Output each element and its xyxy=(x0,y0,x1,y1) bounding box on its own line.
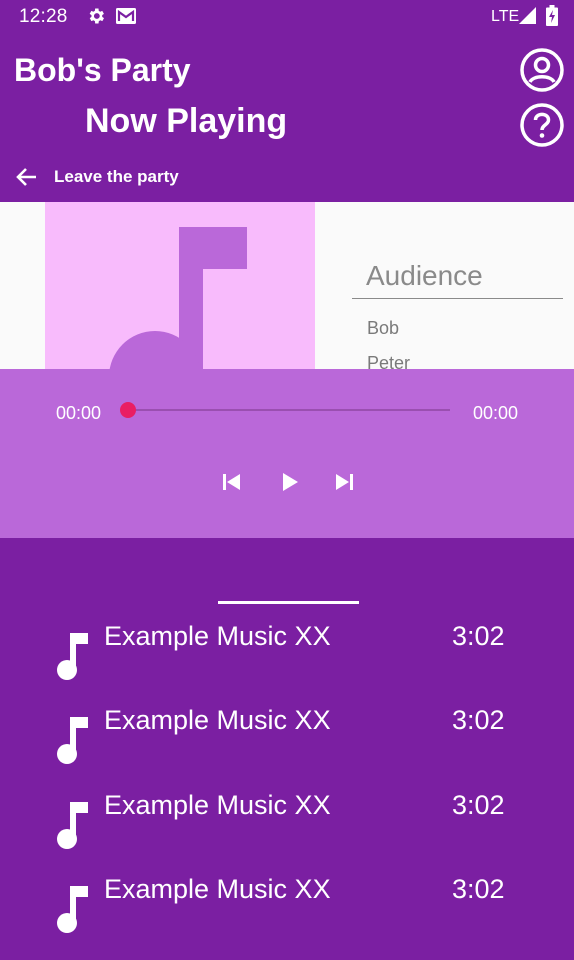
music-note-icon xyxy=(57,717,88,764)
status-bar: 12:28 LTE xyxy=(0,0,574,34)
mail-icon xyxy=(115,7,137,30)
total-time: 00:00 xyxy=(473,403,519,423)
track-duration: 3:02 xyxy=(452,621,505,651)
music-note-icon xyxy=(57,886,88,933)
audience-member: Bob xyxy=(367,318,400,338)
queue-sheet: Example Music XX 3:02 Example Music XX 3… xyxy=(0,538,574,960)
music-note-icon xyxy=(57,802,88,849)
network-type: LTE xyxy=(491,8,520,25)
previous-button[interactable] xyxy=(219,469,245,495)
audience-member: Peter xyxy=(367,353,411,370)
queue-track[interactable]: Example Music XX 3:02 xyxy=(0,618,574,702)
battery-icon xyxy=(546,5,558,31)
player-panel: 00:00 00:00 xyxy=(0,369,574,538)
account-button[interactable] xyxy=(519,47,565,93)
music-note-icon xyxy=(109,227,247,370)
skip-previous-icon xyxy=(223,474,240,490)
track-title: Example Music XX xyxy=(104,790,331,820)
track-title: Example Music XX xyxy=(104,874,331,904)
queue-track[interactable]: Example Music XX 3:02 xyxy=(0,871,574,955)
track-title: Example Music XX xyxy=(104,705,331,735)
album-art xyxy=(45,202,315,370)
help-circle-icon xyxy=(519,103,565,152)
signal-icon xyxy=(519,7,536,29)
arrow-back-icon xyxy=(16,168,36,186)
queue-track[interactable]: Example Music XX 3:02 xyxy=(0,787,574,871)
music-note-icon xyxy=(57,633,88,680)
track-duration: 3:02 xyxy=(452,790,505,820)
track-title: Example Music XX xyxy=(104,621,331,651)
status-time: 12:28 xyxy=(19,6,68,27)
leave-party-label: Leave the party xyxy=(54,167,179,186)
now-playing-title: Now Playing xyxy=(85,102,288,140)
queue-track[interactable]: Example Music XX 3:02 xyxy=(0,702,574,786)
elapsed-time: 00:00 xyxy=(56,403,102,423)
play-button[interactable] xyxy=(277,469,303,495)
now-playing-content: Audience Bob Peter xyxy=(0,202,574,370)
app-bar: Bob's Party Now Playing Leave the party xyxy=(0,34,574,202)
seek-thumb[interactable] xyxy=(120,402,136,418)
party-title: Bob's Party xyxy=(14,52,191,88)
account-circle-icon xyxy=(519,48,565,97)
audience-divider xyxy=(352,298,563,299)
play-icon xyxy=(283,473,298,491)
seek-bar[interactable] xyxy=(128,409,450,411)
track-duration: 3:02 xyxy=(452,874,505,904)
audience-title: Audience xyxy=(366,260,483,291)
skip-next-icon xyxy=(336,474,353,490)
sheet-handle[interactable] xyxy=(218,601,359,604)
help-button[interactable] xyxy=(519,102,565,148)
gear-icon xyxy=(86,6,106,31)
track-duration: 3:02 xyxy=(452,705,505,735)
leave-party-button[interactable]: Leave the party xyxy=(16,162,179,192)
next-button[interactable] xyxy=(331,469,357,495)
